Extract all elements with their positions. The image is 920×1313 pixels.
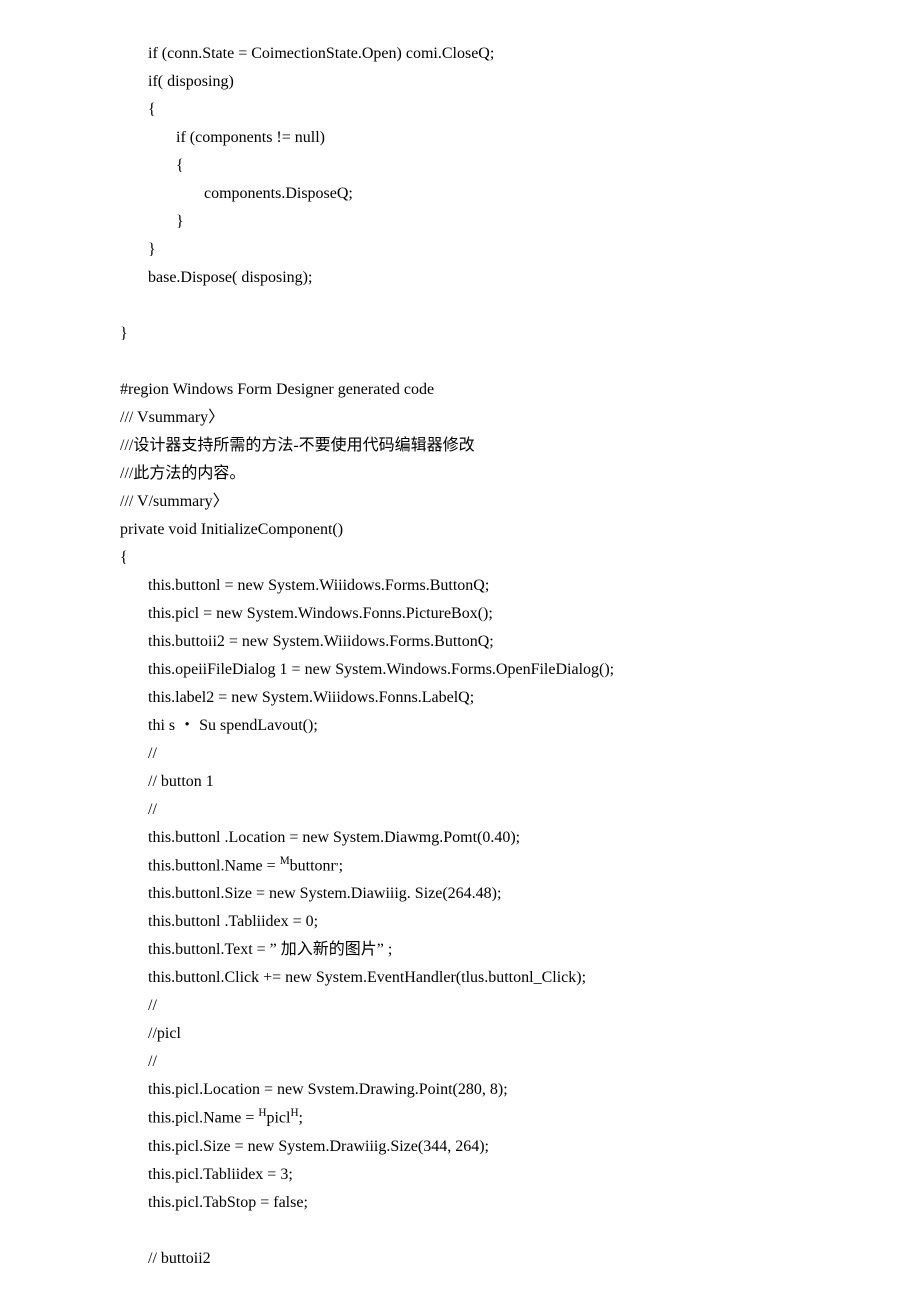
code-line: ///设计器支持所需的方法-不要使用代码编辑器修改 [120,432,800,460]
code-line: // button 1 [120,768,800,796]
code-line: if (conn.State = CoimectionState.Open) c… [120,40,800,68]
blank-line [120,348,800,376]
code-line: /// Vsummary〉 [120,404,800,432]
code-line: // [120,740,800,768]
code-line: { [120,544,800,572]
code-line: this.picl.Size = new System.Drawiiig.Siz… [120,1133,800,1161]
code-line: // buttoii2 [120,1245,800,1273]
code-line: // [120,796,800,824]
code-document: if (conn.State = CoimectionState.Open) c… [120,40,800,1273]
code-line: base.Dispose( disposing); [120,264,800,292]
blank-line [120,292,800,320]
blank-line [120,1217,800,1245]
code-line: this.picl = new System.Windows.Fonns.Pic… [120,600,800,628]
code-line: this.buttonl.Size = new System.Diawiiig.… [120,880,800,908]
code-line: this.buttonl.Text = ” 加入新的图片” ; [120,936,800,964]
code-line: private void InitializeComponent() [120,516,800,544]
code-line: ///此方法的内容。 [120,460,800,488]
code-line: } [120,320,800,348]
code-line: this.picl.Name = HpiclH; [120,1104,800,1132]
code-line: if (components != null) [120,124,800,152]
code-line: } [120,208,800,236]
code-line: { [120,96,800,124]
code-line: this.opeiiFileDialog 1 = new System.Wind… [120,656,800,684]
code-line: /// V/summary〉 [120,488,800,516]
code-line: //picl [120,1020,800,1048]
code-line: this.buttonl = new System.Wiiidows.Forms… [120,572,800,600]
code-line: if( disposing) [120,68,800,96]
code-line: components.DisposeQ; [120,180,800,208]
code-line: // [120,992,800,1020]
code-line: thi s ・ Su spendLavout(); [120,712,800,740]
code-line: this.label2 = new System.Wiiidows.Fonns.… [120,684,800,712]
code-line: this.picl.Tabliidex = 3; [120,1161,800,1189]
code-line: this.buttonl .Tabliidex = 0; [120,908,800,936]
code-line: #region Windows Form Designer generated … [120,376,800,404]
code-line: this.buttonl.Click += new System.EventHa… [120,964,800,992]
code-line: this.picl.Location = new Svstem.Drawing.… [120,1076,800,1104]
code-line: } [120,236,800,264]
code-line: this.buttoii2 = new System.Wiiidows.Form… [120,628,800,656]
code-line: // [120,1048,800,1076]
code-line: { [120,152,800,180]
code-line: this.buttonl.Name = Mbuttonr,; [120,852,800,880]
code-line: this.picl.TabStop = false; [120,1189,800,1217]
code-line: this.buttonl .Location = new System.Diaw… [120,824,800,852]
